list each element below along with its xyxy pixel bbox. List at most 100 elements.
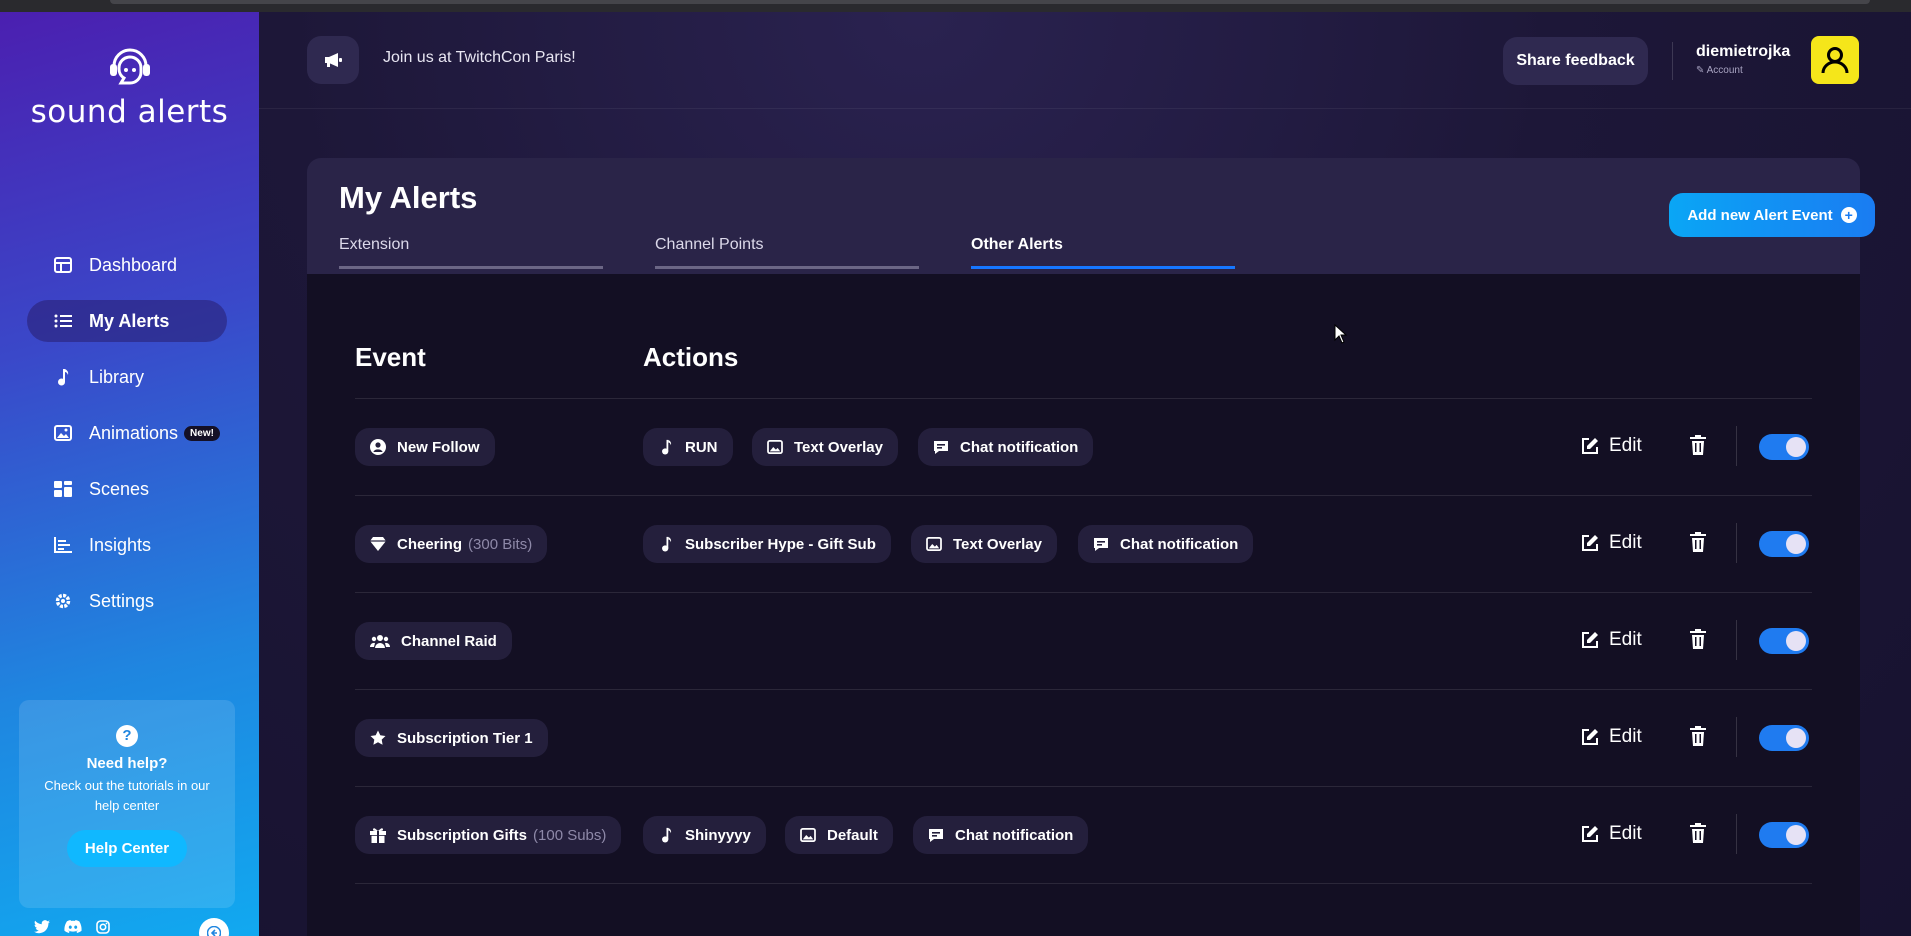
sidebar-item-label: My Alerts	[89, 310, 170, 331]
enable-toggle[interactable]	[1759, 531, 1809, 557]
table-row: Cheering (300 Bits) Subscriber Hype - Gi…	[355, 496, 1812, 593]
action-chip[interactable]: Default	[785, 816, 893, 854]
sidebar-item-label: Scenes	[89, 478, 150, 499]
sidebar-item-settings[interactable]: Settings	[27, 580, 227, 622]
announcement-button[interactable]	[307, 36, 359, 84]
enable-toggle[interactable]	[1759, 822, 1809, 848]
avatar[interactable]	[1811, 36, 1859, 84]
edit-button[interactable]: Edit	[1580, 435, 1642, 457]
twitter-icon[interactable]	[34, 920, 50, 934]
action-label: Default	[827, 826, 878, 844]
scenes-grid-icon	[53, 479, 73, 499]
tab-channel-points[interactable]: Channel Points	[655, 236, 919, 269]
sidebar-item-my-alerts[interactable]: My Alerts	[27, 300, 227, 342]
logo[interactable]: sound alerts	[0, 46, 259, 130]
action-chip[interactable]: Text Overlay	[752, 428, 898, 466]
event-label: Subscription Gifts	[397, 826, 528, 844]
action-chip[interactable]: Chat notification	[1078, 525, 1254, 563]
tab-other-alerts[interactable]: Other Alerts	[971, 236, 1235, 269]
add-alert-event-button[interactable]: Add new Alert Event +	[1669, 193, 1875, 237]
browser-top-strip	[0, 0, 1911, 12]
megaphone-icon	[325, 53, 342, 67]
sidebar-item-dashboard[interactable]: Dashboard	[27, 244, 227, 286]
dashboard-icon	[53, 255, 73, 275]
music-note-icon	[658, 827, 674, 843]
sidebar-item-library[interactable]: Library	[27, 356, 227, 398]
sidebar-item-insights[interactable]: Insights	[27, 524, 227, 566]
help-center-button[interactable]: Help Center	[66, 830, 188, 867]
image-icon	[53, 423, 73, 443]
bar-chart-icon	[53, 535, 73, 555]
trash-icon[interactable]	[1689, 726, 1707, 746]
gift-icon	[370, 827, 386, 843]
help-subtitle: Check out the tutorials in our help cent…	[44, 778, 210, 813]
trash-icon[interactable]	[1689, 532, 1707, 552]
top-bar: Join us at TwitchCon Paris! Share feedba…	[259, 12, 1911, 109]
edit-button[interactable]: Edit	[1580, 629, 1642, 651]
image-icon	[767, 439, 783, 455]
music-note-icon	[53, 367, 73, 387]
enable-toggle[interactable]	[1759, 628, 1809, 654]
action-label: Text Overlay	[794, 438, 883, 456]
event-chip[interactable]: Channel Raid	[355, 622, 512, 660]
sidebar-item-animations[interactable]: Animations New!	[27, 412, 227, 454]
user-icon	[1821, 47, 1849, 74]
event-chip[interactable]: Subscription Gifts (100 Subs)	[355, 816, 622, 854]
share-feedback-button[interactable]: Share feedback	[1503, 37, 1648, 85]
column-header-event: Event	[355, 342, 426, 372]
chat-icon	[928, 827, 944, 843]
discord-icon[interactable]	[64, 920, 82, 934]
sidebar-item-label: Settings	[89, 590, 155, 611]
announcement-text[interactable]: Join us at TwitchCon Paris!	[383, 49, 576, 67]
username[interactable]: diemietrojka	[1696, 43, 1790, 61]
edit-icon	[1582, 535, 1598, 551]
brand-name: sound alerts	[30, 94, 229, 130]
trash-icon[interactable]	[1689, 435, 1707, 455]
account-link[interactable]: ✎ Account	[1696, 65, 1743, 76]
sidebar-item-label: Insights	[89, 534, 152, 555]
divider	[1672, 42, 1673, 80]
image-icon	[800, 827, 816, 843]
table-row: Subscription Tier 1 Edit	[355, 690, 1812, 787]
chat-icon	[1093, 536, 1109, 552]
event-detail: (300 Bits)	[468, 535, 533, 553]
edit-label: Edit	[1609, 629, 1642, 650]
event-chip[interactable]: New Follow	[355, 428, 495, 466]
action-chip[interactable]: Chat notification	[913, 816, 1089, 854]
action-chip[interactable]: Subscriber Hype - Gift Sub	[643, 525, 891, 563]
enable-toggle[interactable]	[1759, 725, 1809, 751]
enable-toggle[interactable]	[1759, 434, 1809, 460]
list-icon	[53, 311, 73, 331]
trash-icon[interactable]	[1689, 823, 1707, 843]
arrow-left-icon	[207, 926, 221, 936]
sidebar-item-scenes[interactable]: Scenes	[27, 468, 227, 510]
event-label: Cheering	[397, 535, 463, 553]
tab-extension[interactable]: Extension	[339, 236, 603, 269]
edit-label: Edit	[1609, 435, 1642, 456]
edit-label: Edit	[1609, 823, 1642, 844]
question-icon: ?	[116, 725, 138, 747]
trash-icon[interactable]	[1689, 629, 1707, 649]
edit-icon	[1582, 632, 1598, 648]
mouse-cursor-icon	[1334, 324, 1348, 344]
help-card: ? Need help? Check out the tutorials in …	[19, 700, 235, 908]
edit-button[interactable]: Edit	[1580, 532, 1642, 554]
event-chip[interactable]: Cheering (300 Bits)	[355, 525, 548, 563]
action-label: Chat notification	[955, 826, 1074, 844]
event-chip[interactable]: Subscription Tier 1	[355, 719, 548, 757]
music-note-icon	[658, 439, 674, 455]
action-chip[interactable]: RUN	[643, 428, 733, 466]
table-row: Channel Raid Edit	[355, 593, 1812, 690]
edit-button[interactable]: Edit	[1580, 726, 1642, 748]
instagram-icon[interactable]	[96, 920, 110, 934]
action-label: RUN	[685, 438, 718, 456]
image-icon	[926, 536, 942, 552]
diamond-icon	[370, 536, 386, 552]
collapse-sidebar-button[interactable]	[199, 918, 229, 936]
edit-button[interactable]: Edit	[1580, 823, 1642, 845]
action-chip[interactable]: Chat notification	[918, 428, 1094, 466]
sidebar-item-label: Animations	[89, 422, 179, 443]
action-chip[interactable]: Shinyyyy	[643, 816, 766, 854]
action-label: Subscriber Hype - Gift Sub	[685, 535, 876, 553]
action-chip[interactable]: Text Overlay	[911, 525, 1057, 563]
